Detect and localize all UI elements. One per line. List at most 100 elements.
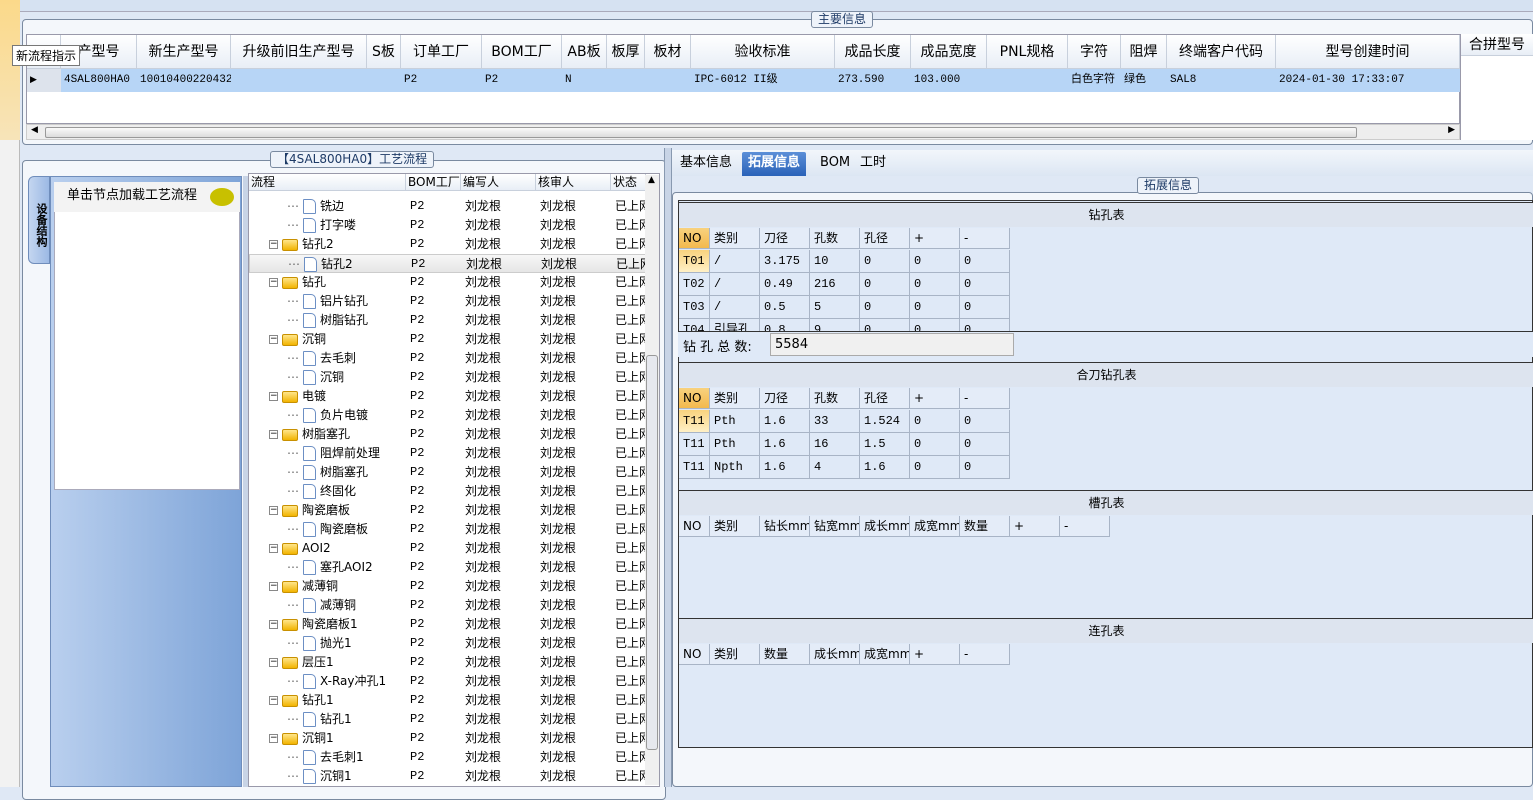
column-header[interactable]: BOM工厂 (482, 35, 562, 69)
collapse-icon[interactable]: − (269, 392, 278, 401)
table-cell[interactable]: T11 (679, 456, 710, 479)
tree-leaf-node[interactable]: ⋯ 沉铜 (287, 368, 406, 387)
grid-cell[interactable] (367, 69, 401, 92)
table-header[interactable]: 成长mm (860, 516, 910, 537)
tree-row[interactable]: − 钻孔2 P2 刘龙根 刘龙根 已上网 (249, 235, 646, 254)
table-cell[interactable]: T11 (679, 410, 710, 433)
tree-row[interactable]: ⋯ 树脂钻孔 P2 刘龙根 刘龙根 已上网 (249, 311, 646, 330)
tree-folder-node[interactable]: − 陶瓷磨板 (269, 501, 406, 520)
tab-2[interactable]: BOM (814, 152, 856, 176)
table-cell[interactable]: / (710, 273, 760, 296)
tree-folder-node[interactable]: − 减薄铜 (269, 577, 406, 596)
tree-row[interactable]: − 沉铜 P2 刘龙根 刘龙根 已上网 (249, 330, 646, 349)
tree-leaf-node[interactable]: ⋯ 塞孔AOI2 (287, 558, 406, 577)
table-cell[interactable]: T11 (679, 433, 710, 456)
tree-row[interactable]: ⋯ 去毛刺1 P2 刘龙根 刘龙根 已上网 (249, 748, 646, 767)
tree-row[interactable]: − 钻孔 P2 刘龙根 刘龙根 已上网 (249, 273, 646, 292)
table-cell[interactable]: 216 (810, 273, 860, 296)
table-cell[interactable]: 16 (810, 433, 860, 456)
table-cell[interactable]: T01 (679, 250, 710, 273)
tree-leaf-node[interactable]: ⋯ 沉铜1 (287, 767, 406, 786)
table-header[interactable]: 数量 (960, 516, 1010, 537)
column-header[interactable]: 字符 (1068, 35, 1121, 69)
collapse-icon[interactable]: − (269, 696, 278, 705)
table-header[interactable]: NO (679, 228, 710, 249)
table-cell[interactable]: 0 (960, 410, 1010, 433)
grid-cell[interactable]: P2 (401, 69, 482, 92)
grid-cell[interactable] (231, 69, 367, 92)
table-header[interactable]: 类别 (710, 516, 760, 537)
table-cell[interactable]: Npth (710, 456, 760, 479)
collapse-icon[interactable]: − (269, 240, 278, 249)
collapse-icon[interactable]: − (269, 734, 278, 743)
tree-column-header[interactable]: 核审人 (536, 174, 611, 191)
grid-cell[interactable] (607, 69, 645, 92)
table-cell[interactable]: Pth (710, 410, 760, 433)
scroll-right-icon[interactable]: ▶ (1448, 125, 1455, 135)
column-header[interactable]: 板材 (645, 35, 691, 69)
collapse-icon[interactable]: − (269, 620, 278, 629)
tree-folder-node[interactable]: − 电镀 (269, 387, 406, 406)
table-cell[interactable]: 0 (960, 250, 1010, 273)
tree-row[interactable]: − AOI2 P2 刘龙根 刘龙根 已上网 (249, 539, 646, 558)
table-header[interactable]: 刀径 (760, 388, 810, 409)
tab-3[interactable]: 工时 (854, 152, 892, 176)
tree-leaf-node[interactable]: ⋯ 终固化 (287, 482, 406, 501)
tree-row[interactable]: − 电镀 P2 刘龙根 刘龙根 已上网 (249, 387, 646, 406)
tree-row[interactable]: − 钻孔1 P2 刘龙根 刘龙根 已上网 (249, 691, 646, 710)
table-cell[interactable]: 4 (810, 456, 860, 479)
tree-leaf-node[interactable]: ⋯ 钻孔2 (288, 255, 407, 274)
table-header[interactable]: NO (679, 644, 710, 665)
table-cell[interactable]: T03 (679, 296, 710, 319)
tree-leaf-node[interactable]: ⋯ 树脂塞孔 (287, 463, 406, 482)
table-cell[interactable]: 0 (960, 296, 1010, 319)
table-header[interactable]: + (910, 228, 960, 249)
table-cell[interactable]: / (710, 250, 760, 273)
tree-leaf-node[interactable]: ⋯ 铝片钻孔 (287, 292, 406, 311)
tree-leaf-node[interactable]: ⋯ 负片电镀 (287, 406, 406, 425)
column-header[interactable]: 成品宽度 (911, 35, 987, 69)
table-header[interactable]: + (910, 388, 960, 409)
table-cell[interactable]: 1.6 (760, 456, 810, 479)
tree-column-header[interactable]: 流程 (249, 174, 406, 191)
table-cell[interactable]: 0 (960, 433, 1010, 456)
column-header[interactable]: 型号创建时间 (1276, 35, 1460, 69)
collapse-icon[interactable]: − (269, 430, 278, 439)
column-header[interactable]: 成品长度 (835, 35, 911, 69)
column-header[interactable]: 终端客户代码 (1167, 35, 1276, 69)
panel-splitter[interactable] (664, 148, 672, 787)
table-cell[interactable]: 0 (910, 410, 960, 433)
grid-cell[interactable]: 白色字符 (1068, 69, 1121, 92)
table-header[interactable]: NO (679, 388, 710, 409)
row-selector-icon[interactable]: ▶ (27, 69, 61, 92)
tree-folder-node[interactable]: − 钻孔1 (269, 691, 406, 710)
table-header[interactable]: 成宽mm (910, 516, 960, 537)
scrollbar-thumb[interactable] (646, 355, 658, 750)
table-cell[interactable]: T02 (679, 273, 710, 296)
tree-folder-node[interactable]: − 沉铜 (269, 330, 406, 349)
tree-row[interactable]: ⋯ 陶瓷磨板 P2 刘龙根 刘龙根 已上网 (249, 520, 646, 539)
tab-1[interactable]: 拓展信息 (742, 152, 807, 176)
tree-leaf-node[interactable]: ⋯ 树脂钻孔 (287, 311, 406, 330)
grid-cell[interactable]: 2024-01-30 17:33:07 (1276, 69, 1460, 92)
grid-cell[interactable]: 绿色 (1121, 69, 1167, 92)
grid-cell[interactable]: 4SAL800HA0 (61, 69, 137, 92)
tree-leaf-node[interactable]: ⋯ 铣边 (287, 197, 406, 216)
collapse-icon[interactable]: − (269, 658, 278, 667)
tree-leaf-node[interactable]: ⋯ 陶瓷磨板 (287, 520, 406, 539)
column-header[interactable]: 订单工厂 (401, 35, 482, 69)
tree-leaf-node[interactable]: ⋯ 抛光1 (287, 634, 406, 653)
table-header[interactable]: - (960, 388, 1010, 409)
table-cell[interactable]: Pth (710, 433, 760, 456)
table-cell[interactable]: 3.175 (760, 250, 810, 273)
tree-row[interactable]: ⋯ 打字喽 P2 刘龙根 刘龙根 已上网 (249, 216, 646, 235)
column-header[interactable]: AB板 (562, 35, 607, 69)
collapse-icon[interactable]: − (269, 506, 278, 515)
column-header[interactable]: 阻焊 (1121, 35, 1167, 69)
tree-row[interactable]: − 陶瓷磨板 P2 刘龙根 刘龙根 已上网 (249, 501, 646, 520)
table-header[interactable]: 孔径 (860, 228, 910, 249)
table-cell[interactable]: 5 (810, 296, 860, 319)
tree-leaf-node[interactable]: ⋯ 钻孔1 (287, 710, 406, 729)
table-cell[interactable]: 1.6 (860, 456, 910, 479)
collapse-icon[interactable]: − (269, 335, 278, 344)
